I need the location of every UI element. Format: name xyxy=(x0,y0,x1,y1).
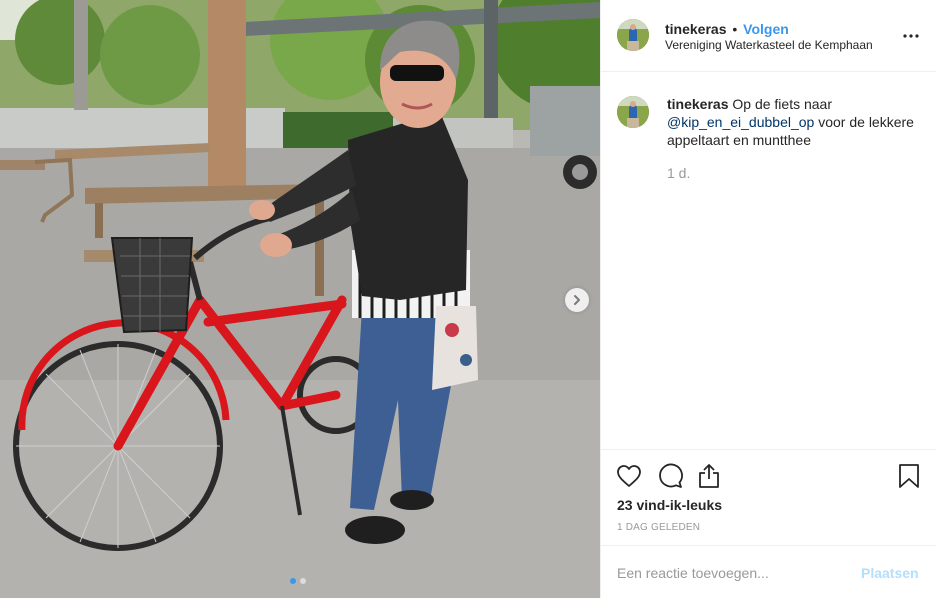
post-caption: tinekeras Op de fiets naar @kip_en_ei_du… xyxy=(667,95,925,149)
bookmark-icon xyxy=(899,464,919,488)
caption-text: Op de fiets naar xyxy=(728,96,832,112)
post-actions: 23 vind-ik-leuks 1 DAG GELEDEN xyxy=(601,449,936,545)
comment-bubble-icon xyxy=(659,463,683,488)
avatar-image xyxy=(617,96,649,128)
heart-icon xyxy=(617,465,641,487)
share-button[interactable] xyxy=(695,462,723,490)
chevron-right-icon xyxy=(574,295,580,305)
carousel-dot-2 xyxy=(300,578,306,584)
username-link[interactable]: tinekeras xyxy=(665,21,726,37)
separator-dot: • xyxy=(732,21,738,37)
add-comment-bar: Plaatsen xyxy=(601,545,936,598)
post-comment-button[interactable]: Plaatsen xyxy=(861,565,919,581)
likes-count[interactable]: 23 vind-ik-leuks xyxy=(617,497,722,513)
location-link[interactable]: Vereniging Waterkasteel de Kemphaan xyxy=(665,38,873,52)
caption-username-link[interactable]: tinekeras xyxy=(667,96,728,112)
next-slide-button[interactable] xyxy=(565,288,589,312)
like-button[interactable] xyxy=(615,462,643,490)
caption-timestamp[interactable]: 1 d. xyxy=(667,165,690,181)
comment-input[interactable] xyxy=(617,562,847,584)
mention-link[interactable]: @kip_en_ei_dubbel_op xyxy=(667,114,814,130)
post-details-panel: tinekeras • Volgen Vereniging Waterkaste… xyxy=(600,0,936,598)
avatar[interactable] xyxy=(617,19,649,51)
post-photo xyxy=(0,0,600,598)
more-options-icon xyxy=(903,34,919,38)
follow-button[interactable]: Volgen xyxy=(743,21,789,37)
carousel-dot-1 xyxy=(290,578,296,584)
header-title-line: tinekeras • Volgen xyxy=(665,21,789,37)
more-options-button[interactable] xyxy=(899,26,923,46)
carousel-indicator xyxy=(290,578,306,584)
avatar[interactable] xyxy=(617,96,649,128)
photo-scene xyxy=(0,0,600,598)
comments-section: tinekeras Op de fiets naar @kip_en_ei_du… xyxy=(601,72,936,450)
post-date: 1 DAG GELEDEN xyxy=(617,522,701,533)
comment-button[interactable] xyxy=(656,462,684,490)
save-button[interactable] xyxy=(895,462,923,490)
share-icon xyxy=(699,464,719,488)
post-header: tinekeras • Volgen Vereniging Waterkaste… xyxy=(601,0,936,72)
avatar-image xyxy=(617,19,649,51)
